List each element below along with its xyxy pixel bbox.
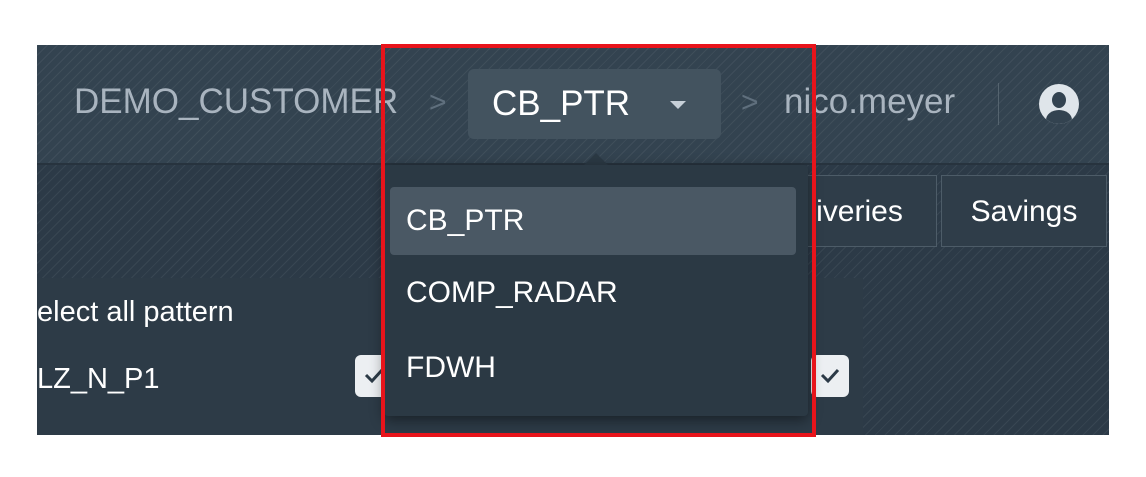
topbar-divider — [998, 83, 999, 125]
user-circle-icon[interactable] — [1039, 84, 1079, 124]
top-navigation-bar: DEMO_CUSTOMER > CB_PTR > nico.meyer — [37, 45, 1109, 165]
tab-savings[interactable]: Savings — [941, 175, 1107, 247]
dropdown-pointer — [584, 153, 608, 165]
select-all-pattern-label: elect all pattern — [37, 296, 234, 328]
dropdown-item-fdwh[interactable]: FDWH — [390, 334, 796, 402]
breadcrumb-separator-1: > — [429, 86, 447, 119]
project-selector-button[interactable]: CB_PTR — [468, 69, 721, 139]
breadcrumb-project: CB_PTR — [492, 84, 631, 123]
breadcrumb-customer[interactable]: DEMO_CUSTOMER — [74, 81, 398, 123]
dropdown-item-cb-ptr[interactable]: CB_PTR — [390, 187, 796, 255]
breadcrumb-separator-2: > — [741, 86, 759, 119]
dropdown-item-comp-radar[interactable]: COMP_RADAR — [390, 259, 796, 327]
pattern-row-label: LZ_N_P1 — [37, 363, 160, 395]
checkmark-icon — [364, 368, 384, 384]
breadcrumb-user[interactable]: nico.meyer — [784, 81, 955, 123]
chevron-down-icon — [670, 101, 686, 109]
app-window: DEMO_CUSTOMER > CB_PTR > nico.meyer iver… — [37, 45, 1109, 435]
project-dropdown-menu: CB_PTR COMP_RADAR FDWH — [384, 165, 808, 416]
checkmark-icon — [820, 368, 840, 384]
pattern-checkbox-2[interactable] — [811, 355, 849, 397]
